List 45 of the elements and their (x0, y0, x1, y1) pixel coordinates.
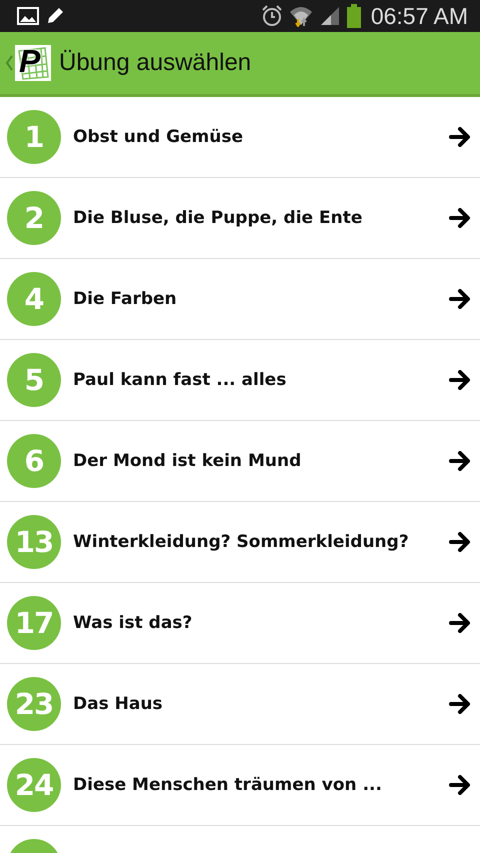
arrow-right-icon (449, 694, 471, 714)
exercise-item[interactable]: 23 Das Haus (0, 664, 480, 745)
exercise-title: Was ist das? (73, 613, 194, 633)
exercise-item[interactable]: 13 Winterkleidung? Sommerkleidung? (0, 502, 480, 583)
back-chevron-icon[interactable] (5, 55, 13, 71)
exercise-title: Die Farben (73, 289, 178, 309)
arrow-right-icon (449, 370, 471, 390)
exercise-item[interactable]: 1 Obst und Gemüse (0, 97, 480, 178)
exercise-title: Paul kann fast ... alles (73, 370, 288, 390)
arrow-right-icon (449, 532, 471, 552)
pencil-icon (45, 6, 65, 26)
clock-time: 06:57 AM (370, 2, 468, 30)
arrow-right-icon (449, 775, 471, 795)
number-badge: 4 (7, 272, 61, 326)
exercise-item[interactable]: 24 Diese Menschen träumen von ... (0, 745, 480, 826)
exercise-item[interactable]: 17 Was ist das? (0, 583, 480, 664)
number-badge: 17 (7, 596, 61, 650)
wifi-icon (288, 5, 313, 27)
arrow-right-icon (449, 127, 471, 147)
arrow-right-icon (449, 289, 471, 309)
arrow-right-icon (449, 208, 471, 228)
battery-icon (346, 4, 361, 28)
exercise-item[interactable]: 6 Der Mond ist kein Mund (0, 421, 480, 502)
arrow-right-icon (449, 613, 471, 633)
number-badge: 6 (7, 434, 61, 488)
exercise-item[interactable]: 4 Die Farben (0, 259, 480, 340)
number-badge: 13 (7, 515, 61, 569)
exercise-title: Diese Menschen träumen von ... (73, 775, 383, 795)
exercise-title: Das Haus (73, 694, 164, 714)
exercise-title: Obst und Gemüse (73, 127, 244, 147)
number-badge: 24 (7, 758, 61, 812)
arrow-right-icon (449, 451, 471, 471)
signal-icon (318, 5, 341, 27)
screen-title: Übung auswählen (59, 49, 252, 77)
number-badge: 5 (7, 353, 61, 407)
exercise-title: Die Bluse, die Puppe, die Ente (73, 208, 364, 228)
exercise-item[interactable]: 5 Paul kann fast ... alles (0, 340, 480, 421)
number-badge: 1 (7, 110, 61, 164)
image-icon (17, 7, 39, 25)
exercise-item[interactable]: 2 Die Bluse, die Puppe, die Ente (0, 178, 480, 259)
number-badge: 2 (7, 191, 61, 245)
exercise-title: Winterkleidung? Sommerkleidung? (73, 532, 410, 552)
number-badge: 23 (7, 677, 61, 731)
exercise-title: Der Mond ist kein Mund (73, 451, 302, 471)
alarm-icon (260, 5, 283, 27)
